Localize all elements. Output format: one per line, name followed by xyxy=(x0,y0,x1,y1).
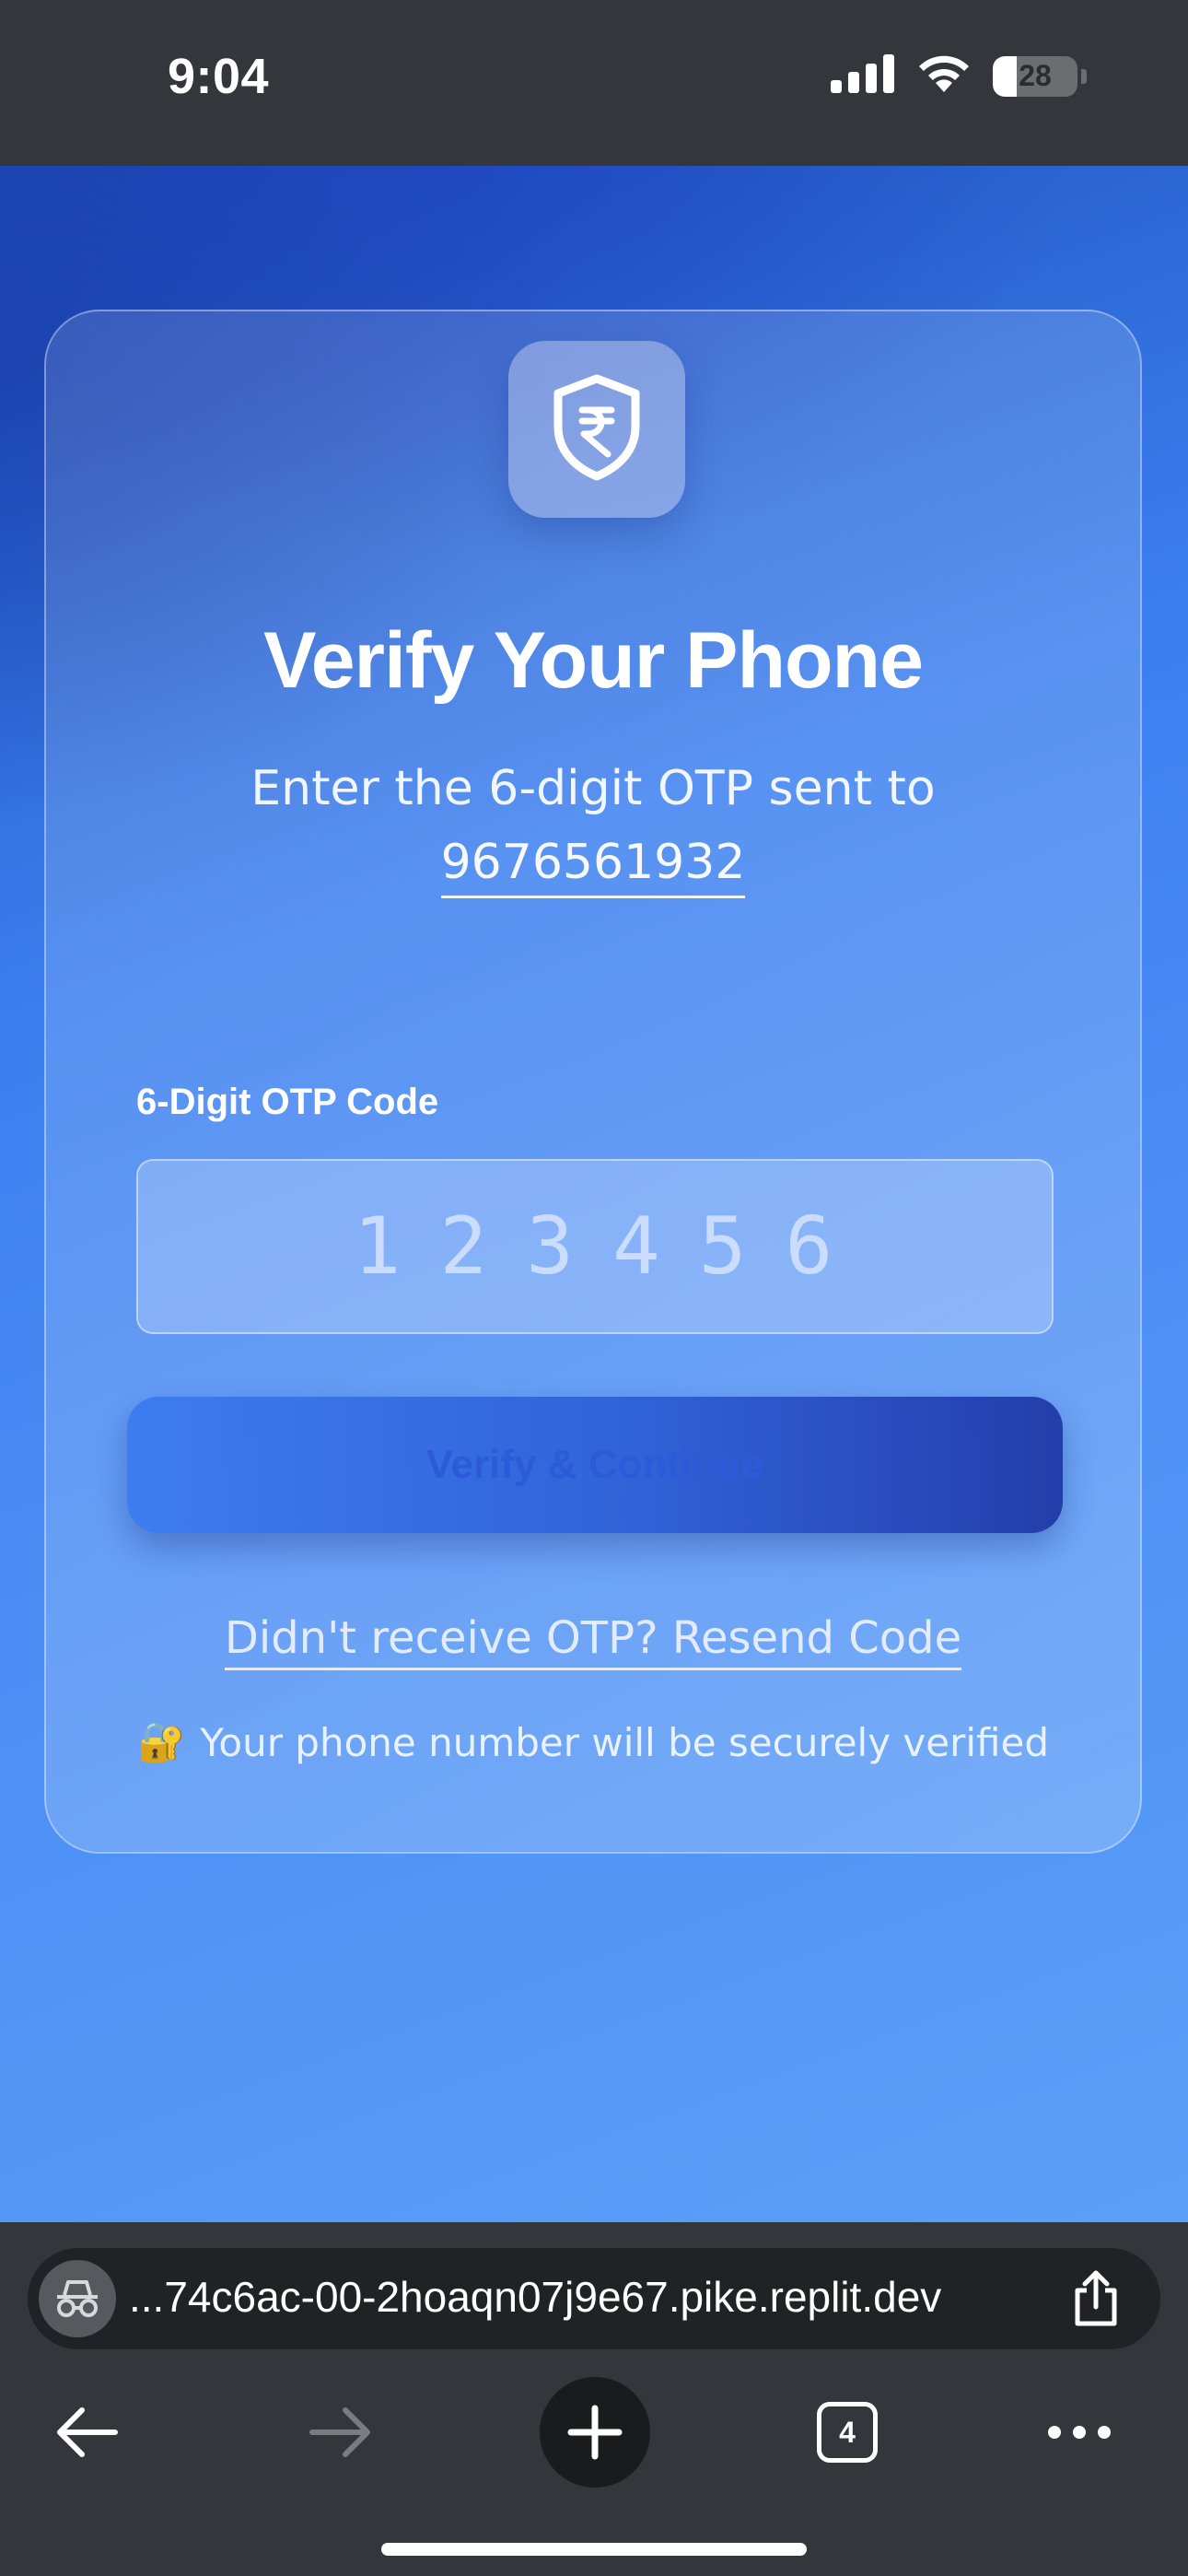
url-text: ...74c6ac-00-2hoaqn07j9e67.pike.replit.d… xyxy=(129,2273,942,2321)
battery-icon: 28 xyxy=(993,55,1077,97)
more-icon[interactable] xyxy=(1024,2377,1135,2488)
logo-tile xyxy=(508,341,685,518)
resend-code-text: Didn't receive OTP? Resend Code xyxy=(224,1612,962,1670)
verify-card: Verify Your Phone Enter the 6-digit OTP … xyxy=(44,310,1142,1854)
new-tab-icon[interactable] xyxy=(540,2377,650,2488)
phone-number-text: 9676561932 xyxy=(440,835,746,898)
phone-number: 9676561932 xyxy=(46,835,1140,898)
rupee-shield-icon xyxy=(549,373,645,486)
otp-input[interactable] xyxy=(136,1159,1054,1334)
browser-toolbar: ...74c6ac-00-2hoaqn07j9e67.pike.replit.d… xyxy=(0,2222,1188,2576)
resend-code-link[interactable]: Didn't receive OTP? Resend Code xyxy=(46,1612,1140,1670)
verify-button[interactable]: Verify & Continue xyxy=(127,1397,1063,1533)
home-indicator xyxy=(381,2543,807,2556)
signal-icon xyxy=(831,54,895,98)
page-title: Verify Your Phone xyxy=(263,616,924,705)
share-icon[interactable] xyxy=(1068,2268,1124,2329)
url-bar[interactable]: ...74c6ac-00-2hoaqn07j9e67.pike.replit.d… xyxy=(28,2248,1160,2349)
tab-count: 4 xyxy=(817,2402,878,2463)
otp-label: 6-Digit OTP Code xyxy=(136,1082,439,1122)
subtitle: Enter the 6-digit OTP sent to xyxy=(250,761,936,816)
page-content: Verify Your Phone Enter the 6-digit OTP … xyxy=(0,166,1188,2222)
status-bar: 9:04 28 xyxy=(0,0,1188,166)
status-time: 9:04 xyxy=(168,49,270,104)
back-icon[interactable] xyxy=(31,2377,142,2488)
browser-nav-row: 4 xyxy=(0,2377,1188,2488)
wifi-icon xyxy=(915,53,973,99)
secure-note-text: Your phone number will be securely verif… xyxy=(200,1719,1049,1765)
battery-cap xyxy=(1081,68,1087,84)
tabs-icon[interactable]: 4 xyxy=(792,2377,903,2488)
forward-icon[interactable] xyxy=(285,2377,396,2488)
battery-level: 28 xyxy=(1019,59,1052,92)
incognito-icon[interactable] xyxy=(39,2260,116,2337)
lock-key-icon: 🔐 xyxy=(137,1719,186,1764)
secure-note: 🔐 Your phone number will be securely ver… xyxy=(46,1719,1140,1765)
status-icons: 28 xyxy=(831,53,1087,99)
